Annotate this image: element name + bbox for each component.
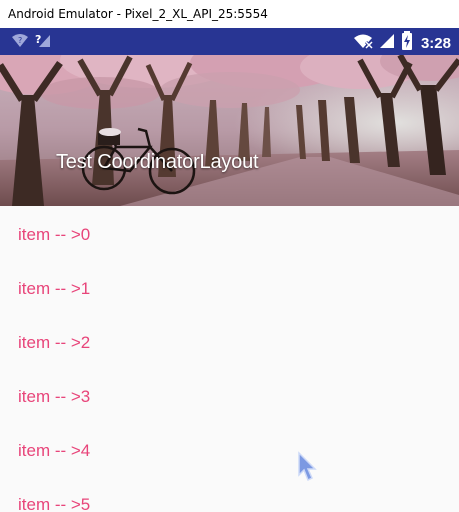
window-title: Android Emulator - Pixel_2_XL_API_25:555… xyxy=(0,0,459,28)
status-bar: ? ? 3:28 xyxy=(0,28,459,55)
svg-text:?: ? xyxy=(35,33,41,46)
mouse-pointer-icon xyxy=(296,451,318,488)
tree-lined-path-bicycle-image xyxy=(0,55,459,206)
signal-question-icon: ? xyxy=(35,32,51,53)
battery-charging-icon xyxy=(401,31,413,56)
wifi-off-icon xyxy=(353,32,374,55)
collapsing-toolbar-header: Test CoordinatorLayout xyxy=(0,55,459,206)
wifi-question-icon: ? xyxy=(11,32,29,53)
list-item[interactable]: item -- >3 xyxy=(18,387,90,407)
list-item[interactable]: item -- >4 xyxy=(18,441,90,461)
list-item[interactable]: item -- >1 xyxy=(18,279,90,299)
status-time: 3:28 xyxy=(420,35,451,52)
recycler-list[interactable]: item -- >0 item -- >1 item -- >2 item --… xyxy=(0,206,459,512)
list-item[interactable]: item -- >2 xyxy=(18,333,90,353)
toolbar-title: Test CoordinatorLayout xyxy=(56,151,259,173)
cell-signal-icon xyxy=(379,32,395,55)
list-item[interactable]: item -- >0 xyxy=(18,225,90,245)
list-item[interactable]: item -- >5 xyxy=(18,495,90,512)
svg-text:?: ? xyxy=(18,36,22,45)
